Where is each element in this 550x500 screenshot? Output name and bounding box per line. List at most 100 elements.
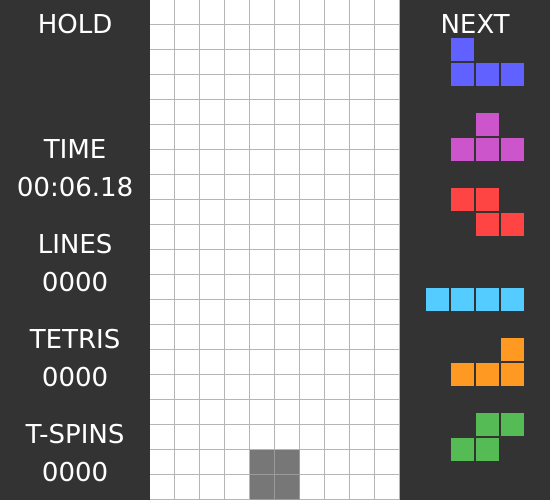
grid-cell xyxy=(225,75,250,100)
next-piece-s-block xyxy=(500,412,525,437)
next-piece-j-block xyxy=(450,62,475,87)
grid-cell xyxy=(300,75,325,100)
grid-cell xyxy=(150,375,175,400)
next-piece-z-block xyxy=(450,187,475,212)
grid-cell xyxy=(300,375,325,400)
grid-cell xyxy=(300,25,325,50)
grid-cell xyxy=(325,175,350,200)
grid-cell xyxy=(375,25,400,50)
grid-cell xyxy=(250,400,275,425)
grid-cell xyxy=(150,425,175,450)
next-piece-i-block xyxy=(475,287,500,312)
grid-cell xyxy=(200,75,225,100)
grid-cell xyxy=(350,475,375,500)
grid-cell xyxy=(375,50,400,75)
grid-cell xyxy=(325,25,350,50)
grid-cell xyxy=(375,150,400,175)
next-piece-i-block xyxy=(500,287,525,312)
grid-cell xyxy=(300,50,325,75)
next-piece-t-block xyxy=(475,137,500,162)
grid-cell xyxy=(350,175,375,200)
grid-cell xyxy=(250,125,275,150)
grid-cell xyxy=(250,300,275,325)
grid-cell xyxy=(225,0,250,25)
grid-cell xyxy=(325,200,350,225)
grid-cell xyxy=(325,0,350,25)
grid-cell xyxy=(275,150,300,175)
grid-cell xyxy=(225,50,250,75)
grid-cell xyxy=(350,375,375,400)
grid-cell xyxy=(350,50,375,75)
grid-cell xyxy=(275,75,300,100)
grid-cell xyxy=(350,25,375,50)
grid-cell xyxy=(250,225,275,250)
grid-cell xyxy=(325,100,350,125)
grid-cell xyxy=(350,125,375,150)
grid-cell xyxy=(325,125,350,150)
grid-cell xyxy=(175,400,200,425)
grid-cell xyxy=(225,175,250,200)
grid-cell xyxy=(200,325,225,350)
grid-cell xyxy=(175,300,200,325)
grid-cell xyxy=(275,425,300,450)
grid-cell xyxy=(275,175,300,200)
grid-cell xyxy=(375,300,400,325)
grid-cell xyxy=(325,325,350,350)
grid-cell xyxy=(325,275,350,300)
grid-cell xyxy=(350,300,375,325)
grid-cell xyxy=(200,50,225,75)
grid-cell xyxy=(375,325,400,350)
next-piece-z-block xyxy=(500,212,525,237)
grid-cell xyxy=(300,0,325,25)
grid-cell xyxy=(300,100,325,125)
time-value: 00:06.18 xyxy=(16,173,134,203)
grid-cell xyxy=(175,325,200,350)
grid-cell xyxy=(350,200,375,225)
grid-cell xyxy=(250,250,275,275)
next-piece-j-block xyxy=(500,62,525,87)
grid-cell xyxy=(150,475,175,500)
grid-cell xyxy=(200,250,225,275)
grid-cell xyxy=(325,475,350,500)
grid-cell xyxy=(225,200,250,225)
grid-cell xyxy=(325,375,350,400)
grid-cell xyxy=(175,25,200,50)
grid-cell xyxy=(300,350,325,375)
grid-cell xyxy=(250,0,275,25)
grid-cell xyxy=(275,375,300,400)
grid-cell xyxy=(200,400,225,425)
next-piece-i-block xyxy=(450,287,475,312)
grid-cell xyxy=(375,0,400,25)
grid-cell xyxy=(250,275,275,300)
next-piece-s-block xyxy=(450,437,475,462)
grid-cell xyxy=(150,50,175,75)
grid-cell xyxy=(200,300,225,325)
grid-cell xyxy=(175,125,200,150)
next-label: NEXT xyxy=(440,10,510,40)
grid-cell xyxy=(200,200,225,225)
grid-cell xyxy=(150,325,175,350)
grid-cell xyxy=(225,250,250,275)
grid-cell xyxy=(150,400,175,425)
grid-cell xyxy=(275,225,300,250)
grid-cell xyxy=(175,75,200,100)
grid-cell xyxy=(350,75,375,100)
locked-block xyxy=(250,450,275,475)
grid-cell xyxy=(275,350,300,375)
grid-cell xyxy=(175,200,200,225)
grid-cell xyxy=(200,150,225,175)
next-queue-panel: NEXT xyxy=(400,0,550,500)
grid-cell xyxy=(250,175,275,200)
next-piece-l-block xyxy=(475,362,500,387)
grid-cell xyxy=(325,450,350,475)
grid-cell xyxy=(300,175,325,200)
grid-cell xyxy=(325,225,350,250)
grid-cell xyxy=(375,450,400,475)
grid-cell xyxy=(375,425,400,450)
grid-cell xyxy=(375,200,400,225)
grid-cell xyxy=(200,225,225,250)
grid-cell xyxy=(150,150,175,175)
grid-cell xyxy=(175,100,200,125)
grid-cell xyxy=(225,300,250,325)
grid-cell xyxy=(300,275,325,300)
